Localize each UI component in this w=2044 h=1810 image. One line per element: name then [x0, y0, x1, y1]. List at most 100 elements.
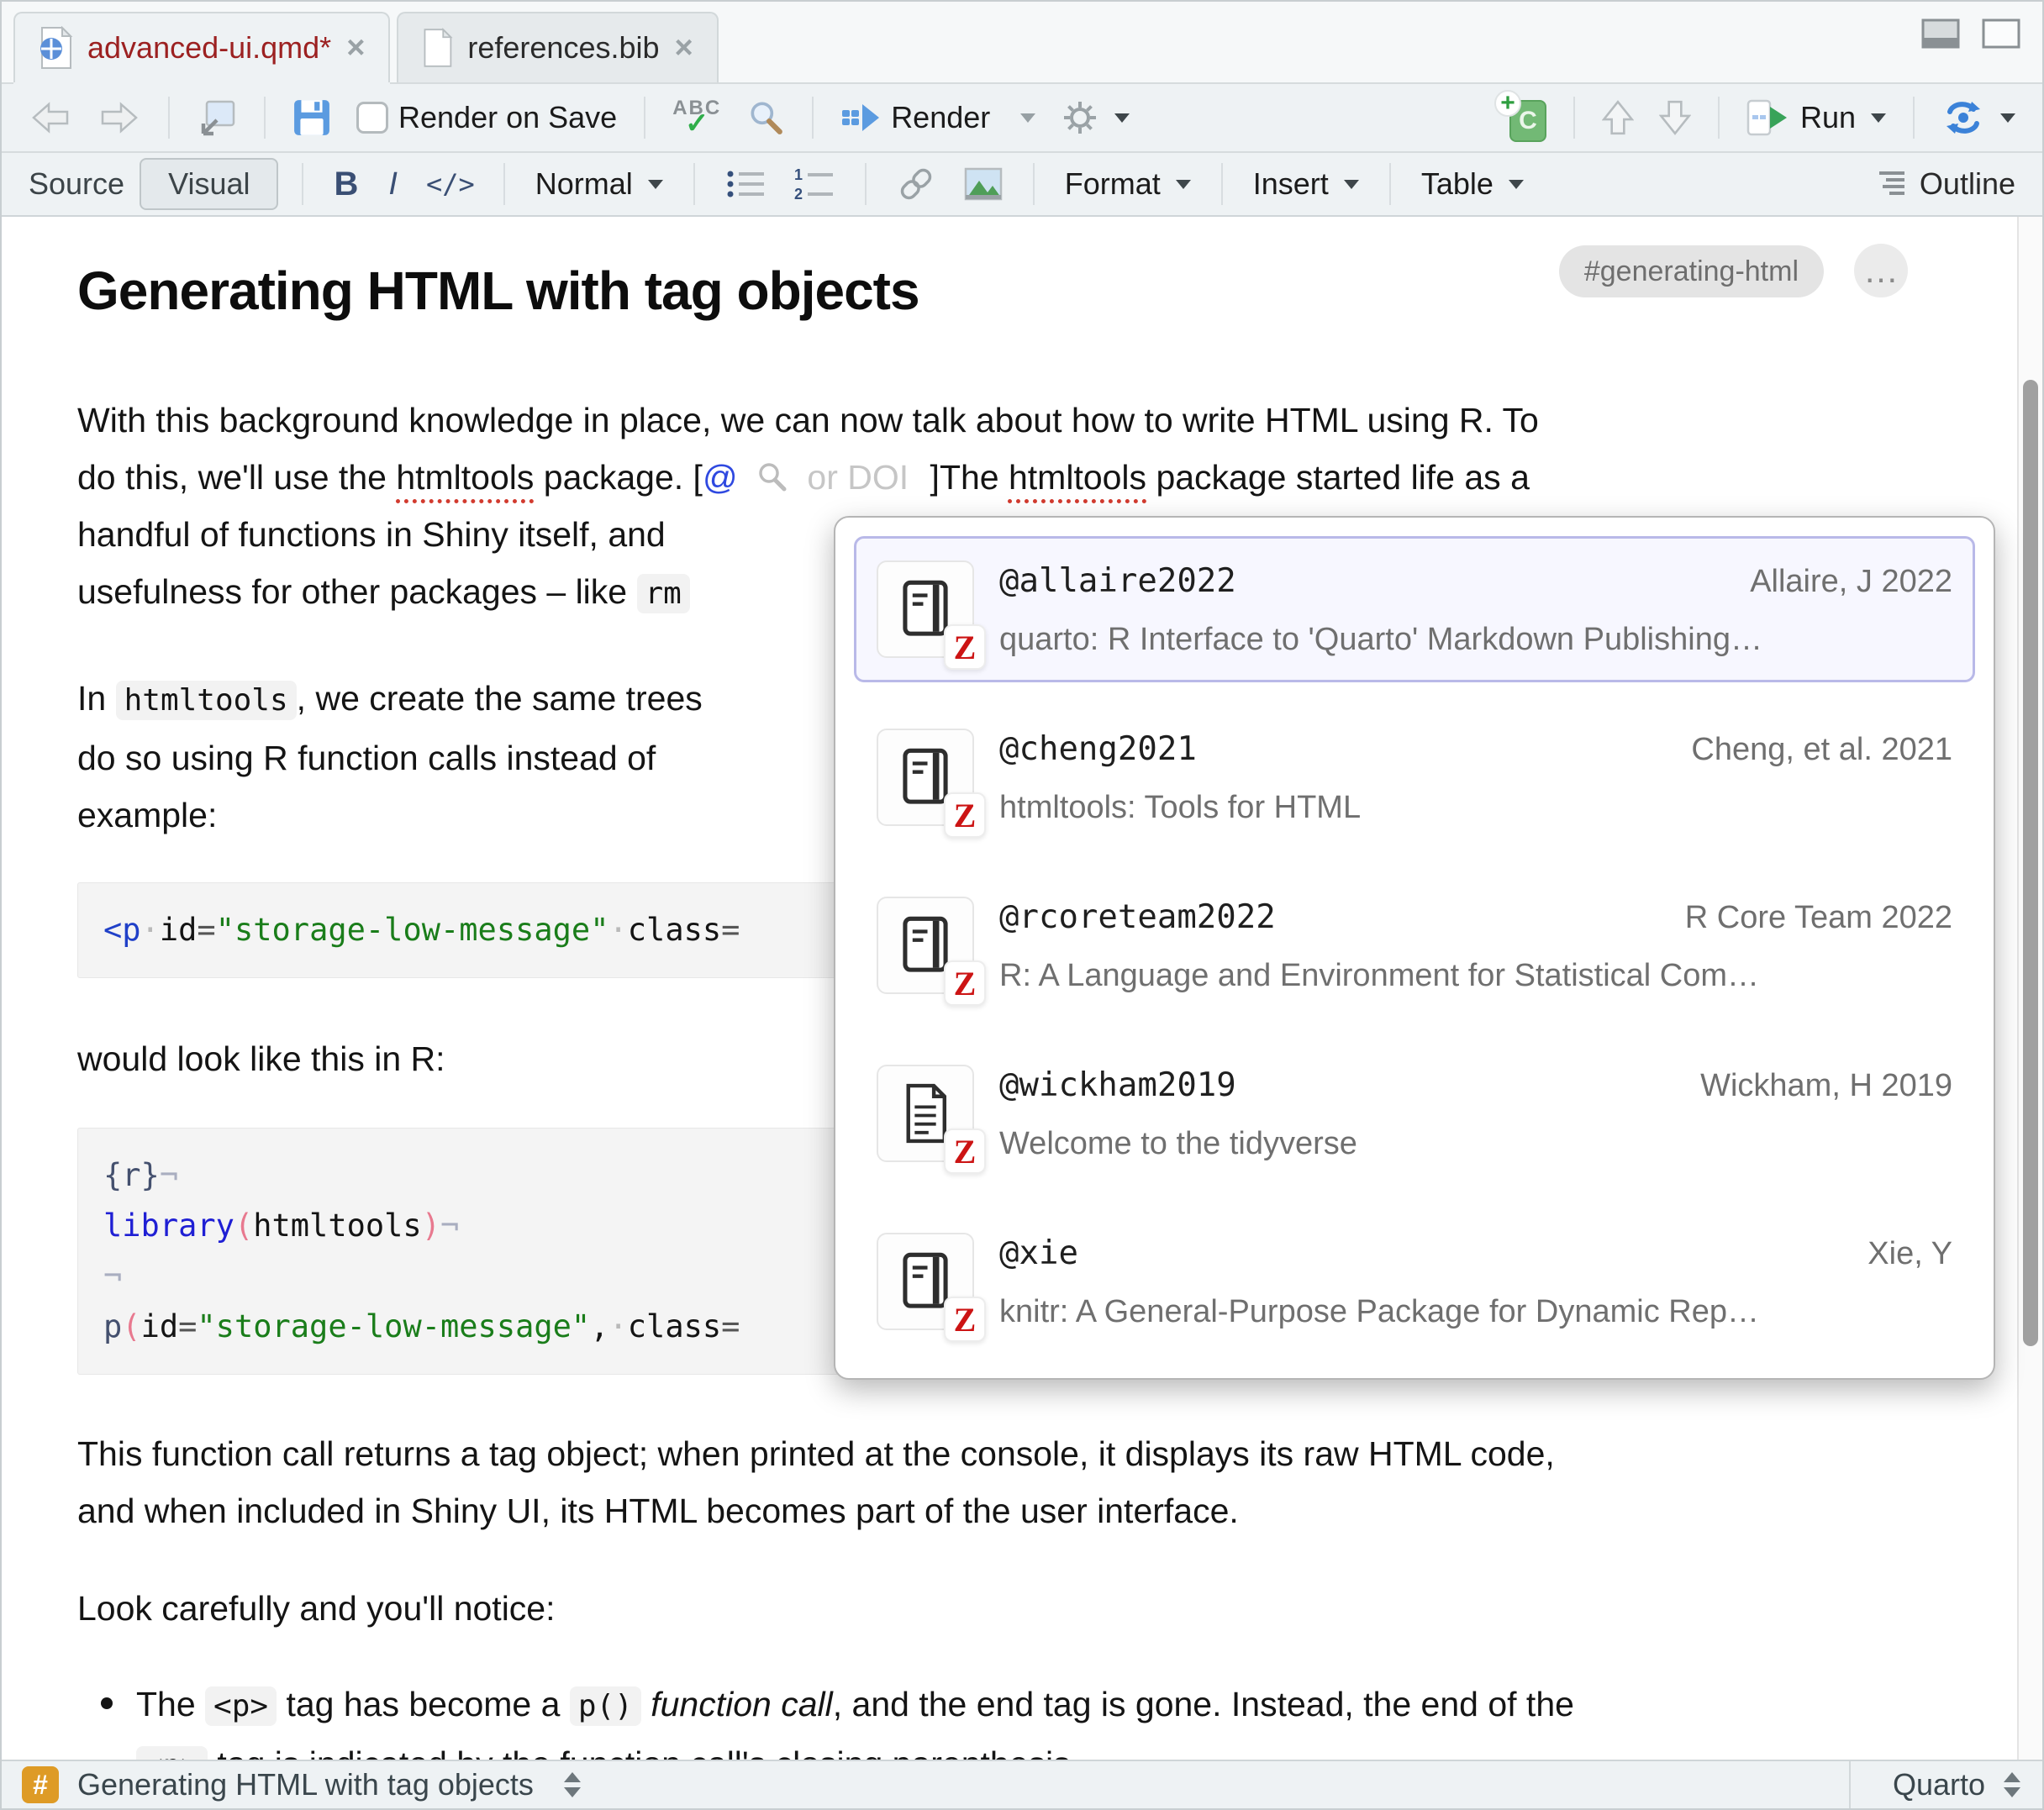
chevron-down-icon: [1176, 180, 1191, 189]
code-format-button[interactable]: </>: [421, 168, 480, 200]
citation-key: @rcoreteam2022: [999, 898, 1276, 936]
render-button[interactable]: Render: [834, 94, 997, 141]
back-button[interactable]: [22, 94, 79, 141]
previous-section-button[interactable]: [1595, 93, 1641, 142]
table-menu-label: Table: [1421, 166, 1493, 202]
italic-button[interactable]: I: [380, 166, 406, 203]
link-icon: [897, 165, 935, 203]
mode-stepper-icon[interactable]: [2004, 1772, 2020, 1797]
citation-key: @xie: [999, 1234, 1078, 1272]
scrollbar-thumb[interactable]: [2023, 380, 2038, 1346]
format-menu[interactable]: Format: [1058, 161, 1198, 207]
visual-mode-button[interactable]: Visual: [140, 158, 278, 210]
editor-scrollbar[interactable]: [2017, 217, 2042, 1760]
misspelled-word: htmltools: [1009, 458, 1146, 497]
insert-menu[interactable]: Insert: [1246, 161, 1366, 207]
citation-author: Wickham, H 2019: [1700, 1068, 1952, 1104]
rerun-icon: [1941, 100, 1985, 135]
citation-item-wickham2019[interactable]: Z @wickham2019 Wickham, H 2019 Welcome t…: [854, 1040, 1975, 1186]
citation-title: htmltools: Tools for HTML: [999, 790, 1952, 826]
section-options-button[interactable]: …: [1854, 244, 1908, 297]
book-icon: Z: [877, 560, 974, 658]
document-mode-label: Quarto: [1893, 1767, 1985, 1802]
outline-toggle[interactable]: Outline: [1876, 166, 2015, 202]
numbered-list-icon: 1 2: [794, 167, 835, 201]
citation-item-rcoreteam2022[interactable]: Z @rcoreteam2022 R Core Team 2022 R: A L…: [854, 872, 1975, 1018]
paragraph-style-dropdown[interactable]: Normal: [529, 161, 670, 207]
minimize-pane-icon[interactable]: [1921, 18, 1960, 49]
citation-title: quarto: R Interface to 'Quarto' Markdown…: [999, 622, 1952, 658]
tab-references-bib[interactable]: references.bib ×: [397, 12, 718, 82]
run-button[interactable]: Run: [1740, 94, 1893, 141]
chevron-down-icon: [2000, 113, 2015, 123]
editor-tab-bar: advanced-ui.qmd* × references.bib ×: [2, 2, 2042, 82]
run-chunk-icon: [1746, 99, 1790, 136]
image-button[interactable]: [957, 162, 1009, 206]
next-section-button[interactable]: [1652, 93, 1698, 142]
citation-at-token: @: [703, 458, 738, 497]
tab-label: advanced-ui.qmd*: [87, 30, 331, 66]
inline-code: p(): [570, 1686, 641, 1726]
inline-code: rm: [637, 574, 690, 613]
bullet-list-icon: [725, 167, 766, 201]
bullet-list-button[interactable]: [719, 162, 772, 206]
back-arrow-icon: [29, 99, 72, 136]
numbered-list-button[interactable]: 1 2: [788, 162, 841, 206]
citation-author: R Core Team 2022: [1685, 900, 1952, 936]
inline-code: <p>: [205, 1686, 277, 1726]
document-options-button[interactable]: [1054, 93, 1136, 142]
bold-button[interactable]: B: [327, 166, 365, 203]
render-on-save-checkbox[interactable]: [356, 102, 388, 134]
forward-button[interactable]: [91, 94, 148, 141]
book-icon: Z: [877, 897, 974, 994]
rerun-button[interactable]: [1935, 95, 2022, 140]
rstudio-source-pane: advanced-ui.qmd* × references.bib ×: [0, 0, 2044, 1810]
insert-menu-label: Insert: [1253, 166, 1329, 202]
link-button[interactable]: [890, 160, 942, 208]
zotero-badge-icon: Z: [944, 960, 986, 1006]
would-look-text: would look like this in R:: [77, 1039, 445, 1078]
find-replace-button[interactable]: [740, 93, 792, 142]
visual-editor-toolbar: Source Visual B I </> Normal 1 2: [2, 153, 2042, 217]
current-section-label: Generating HTML with tag objects: [77, 1767, 534, 1802]
spellcheck-button[interactable]: ABC ✓: [666, 95, 728, 140]
chevron-down-icon: [1509, 180, 1524, 189]
open-in-new-window-button[interactable]: [190, 93, 244, 142]
chevron-down-icon: [648, 180, 663, 189]
save-icon: [292, 98, 331, 137]
table-menu[interactable]: Table: [1414, 161, 1530, 207]
tab-advanced-ui-qmd[interactable]: advanced-ui.qmd* ×: [13, 12, 390, 82]
bullet-item: The <p> tag has become a p() function ca…: [77, 1676, 1916, 1760]
citation-key: @cheng2021: [999, 730, 1197, 768]
maximize-pane-icon[interactable]: [1982, 18, 2020, 49]
render-options-caret[interactable]: [1009, 108, 1042, 128]
inline-code: htmltools: [116, 681, 297, 720]
forward-arrow-icon: [97, 99, 141, 136]
section-anchor-badge[interactable]: #generating-html: [1559, 245, 1824, 297]
misspelled-word: htmltools: [396, 458, 534, 497]
citation-item-allaire2022[interactable]: Z @allaire2022 Allaire, J 2022 quarto: R…: [854, 536, 1975, 682]
section-navigator[interactable]: # Generating HTML with tag objects: [2, 1766, 1849, 1803]
chevron-down-icon: [1871, 113, 1886, 123]
insert-chunk-button[interactable]: C +: [1489, 88, 1553, 147]
inline-search-icon: [756, 460, 789, 494]
spellcheck-abc-icon: ABC ✓: [672, 100, 721, 135]
citation-item-cheng2021[interactable]: Z @cheng2021 Cheng, et al. 2021 htmltool…: [854, 704, 1975, 850]
render-on-save-label: Render on Save: [398, 100, 617, 135]
chevron-down-icon: [1344, 180, 1359, 189]
citation-autocomplete-popup: Z @allaire2022 Allaire, J 2022 quarto: R…: [834, 516, 1995, 1380]
close-icon[interactable]: ×: [345, 32, 366, 64]
section-stepper-icon[interactable]: [564, 1772, 581, 1797]
citation-item-xie[interactable]: Z @xie Xie, Y knitr: A General-Purpose P…: [854, 1208, 1975, 1355]
save-button[interactable]: [286, 93, 338, 142]
citation-placeholder: or DOI: [807, 458, 909, 497]
citation-author: Xie, Y: [1868, 1236, 1952, 1272]
article-icon: Z: [877, 1065, 974, 1162]
render-on-save-toggle[interactable]: Render on Save: [350, 95, 624, 140]
heading-hash-icon: #: [22, 1766, 59, 1803]
up-arrow-icon: [1602, 98, 1634, 137]
document-mode-selector[interactable]: Quarto: [1849, 1761, 2042, 1808]
source-mode-button[interactable]: Source: [29, 166, 124, 202]
inline-code: <p>: [136, 1746, 208, 1760]
close-icon[interactable]: ×: [673, 32, 695, 64]
